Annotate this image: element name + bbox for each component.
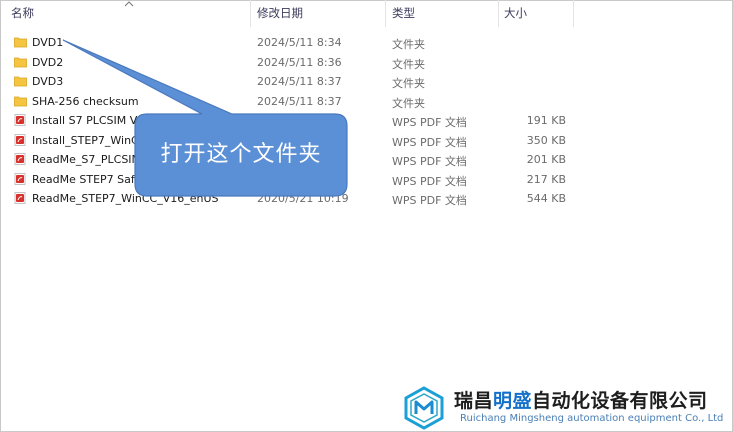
file-type: 文件夹 xyxy=(392,38,425,51)
pdf-icon xyxy=(14,192,26,204)
file-type: WPS PDF 文档 xyxy=(392,155,467,168)
file-name: Install S7 PLCSIM V xyxy=(32,114,138,127)
file-row-readme-plcsim[interactable]: ReadMe_S7_PLCSIM WPS PDF 文档 201 KB xyxy=(0,150,733,170)
file-date: 2024/5/11 8:34 xyxy=(257,36,342,49)
company-name-en: Ruichang Mingsheng automation equipment … xyxy=(460,413,724,424)
file-name: DVD2 xyxy=(32,55,64,69)
company-name-suffix: 自动化设备有限公司 xyxy=(532,390,708,412)
pdf-icon xyxy=(14,114,26,126)
file-name: SHA-256 checksum xyxy=(32,94,139,108)
file-type: WPS PDF 文档 xyxy=(392,116,467,129)
folder-icon xyxy=(14,57,27,67)
file-size: 191 KB xyxy=(526,114,566,127)
file-row-sha256[interactable]: SHA-256 checksum 2024/5/11 8:37 文件夹 xyxy=(0,92,733,112)
file-date: 2020/5/21 10:19 xyxy=(257,192,349,205)
folder-icon xyxy=(14,37,27,48)
file-type: WPS PDF 文档 xyxy=(392,174,467,188)
company-name-highlight: 明盛 xyxy=(493,390,533,412)
pdf-icon xyxy=(14,172,26,185)
file-type: 文件夹 xyxy=(392,96,425,110)
file-row-dvd1[interactable]: DVD1 2024/5/11 8:34 文件夹 xyxy=(0,33,733,53)
file-type: WPS PDF 文档 xyxy=(392,135,467,149)
file-size: 350 KB xyxy=(526,133,566,147)
file-date: 2024/5/11 8:36 xyxy=(257,55,342,69)
file-name: ReadMe_S7_PLCSIM xyxy=(32,153,142,166)
file-type: WPS PDF 文档 xyxy=(392,194,467,207)
file-name: ReadMe STEP7 Saf xyxy=(32,172,135,186)
file-row-readme-step7-wincc[interactable]: ReadMe_STEP7_WinCC_V16_enUS 2020/5/21 10… xyxy=(0,189,733,209)
file-name: DVD1 xyxy=(32,36,64,49)
file-type: 文件夹 xyxy=(392,57,425,71)
file-date: 2024/5/11 8:37 xyxy=(257,94,342,108)
file-date: 2024/5/11 8:37 xyxy=(257,75,342,88)
file-size: 201 KB xyxy=(526,153,566,166)
file-size: 217 KB xyxy=(526,172,566,186)
file-row-dvd3[interactable]: DVD3 2024/5/11 8:37 文件夹 xyxy=(0,72,733,92)
file-name: Install_STEP7_WinC xyxy=(32,133,139,147)
column-date[interactable]: 修改日期 xyxy=(251,0,386,27)
file-row-install-step7[interactable]: Install_STEP7_WinC WPS PDF 文档 350 KB xyxy=(0,131,733,151)
sort-up-icon xyxy=(123,0,135,8)
file-row-dvd2[interactable]: DVD2 2024/5/11 8:36 文件夹 xyxy=(0,53,733,73)
file-name: ReadMe_STEP7_WinCC_V16_enUS xyxy=(32,192,219,205)
file-row-readme-step7-safety[interactable]: ReadMe STEP7 Saf WPS PDF 文档 217 KB xyxy=(0,170,733,190)
file-type: 文件夹 xyxy=(392,77,425,90)
folder-icon xyxy=(14,96,27,106)
file-name: DVD3 xyxy=(32,75,64,88)
company-logo: 瑞昌明盛自动化设备有限公司 Ruichang Mingsheng automat… xyxy=(402,384,732,430)
column-size[interactable]: 大小 xyxy=(499,0,574,27)
company-logo-mark-icon xyxy=(404,386,444,430)
column-type[interactable]: 类型 xyxy=(386,0,499,27)
company-name-prefix: 瑞昌 xyxy=(454,390,494,412)
pdf-icon xyxy=(14,133,26,146)
column-header: 名称 修改日期 类型 大小 xyxy=(0,0,733,27)
folder-icon xyxy=(14,76,27,87)
company-name-cn: 瑞昌明盛自动化设备有限公司 xyxy=(454,386,708,413)
file-size: 544 KB xyxy=(526,192,566,205)
pdf-icon xyxy=(14,153,26,165)
file-row-install-plcsim[interactable]: Install S7 PLCSIM V WPS PDF 文档 191 KB xyxy=(0,111,733,131)
